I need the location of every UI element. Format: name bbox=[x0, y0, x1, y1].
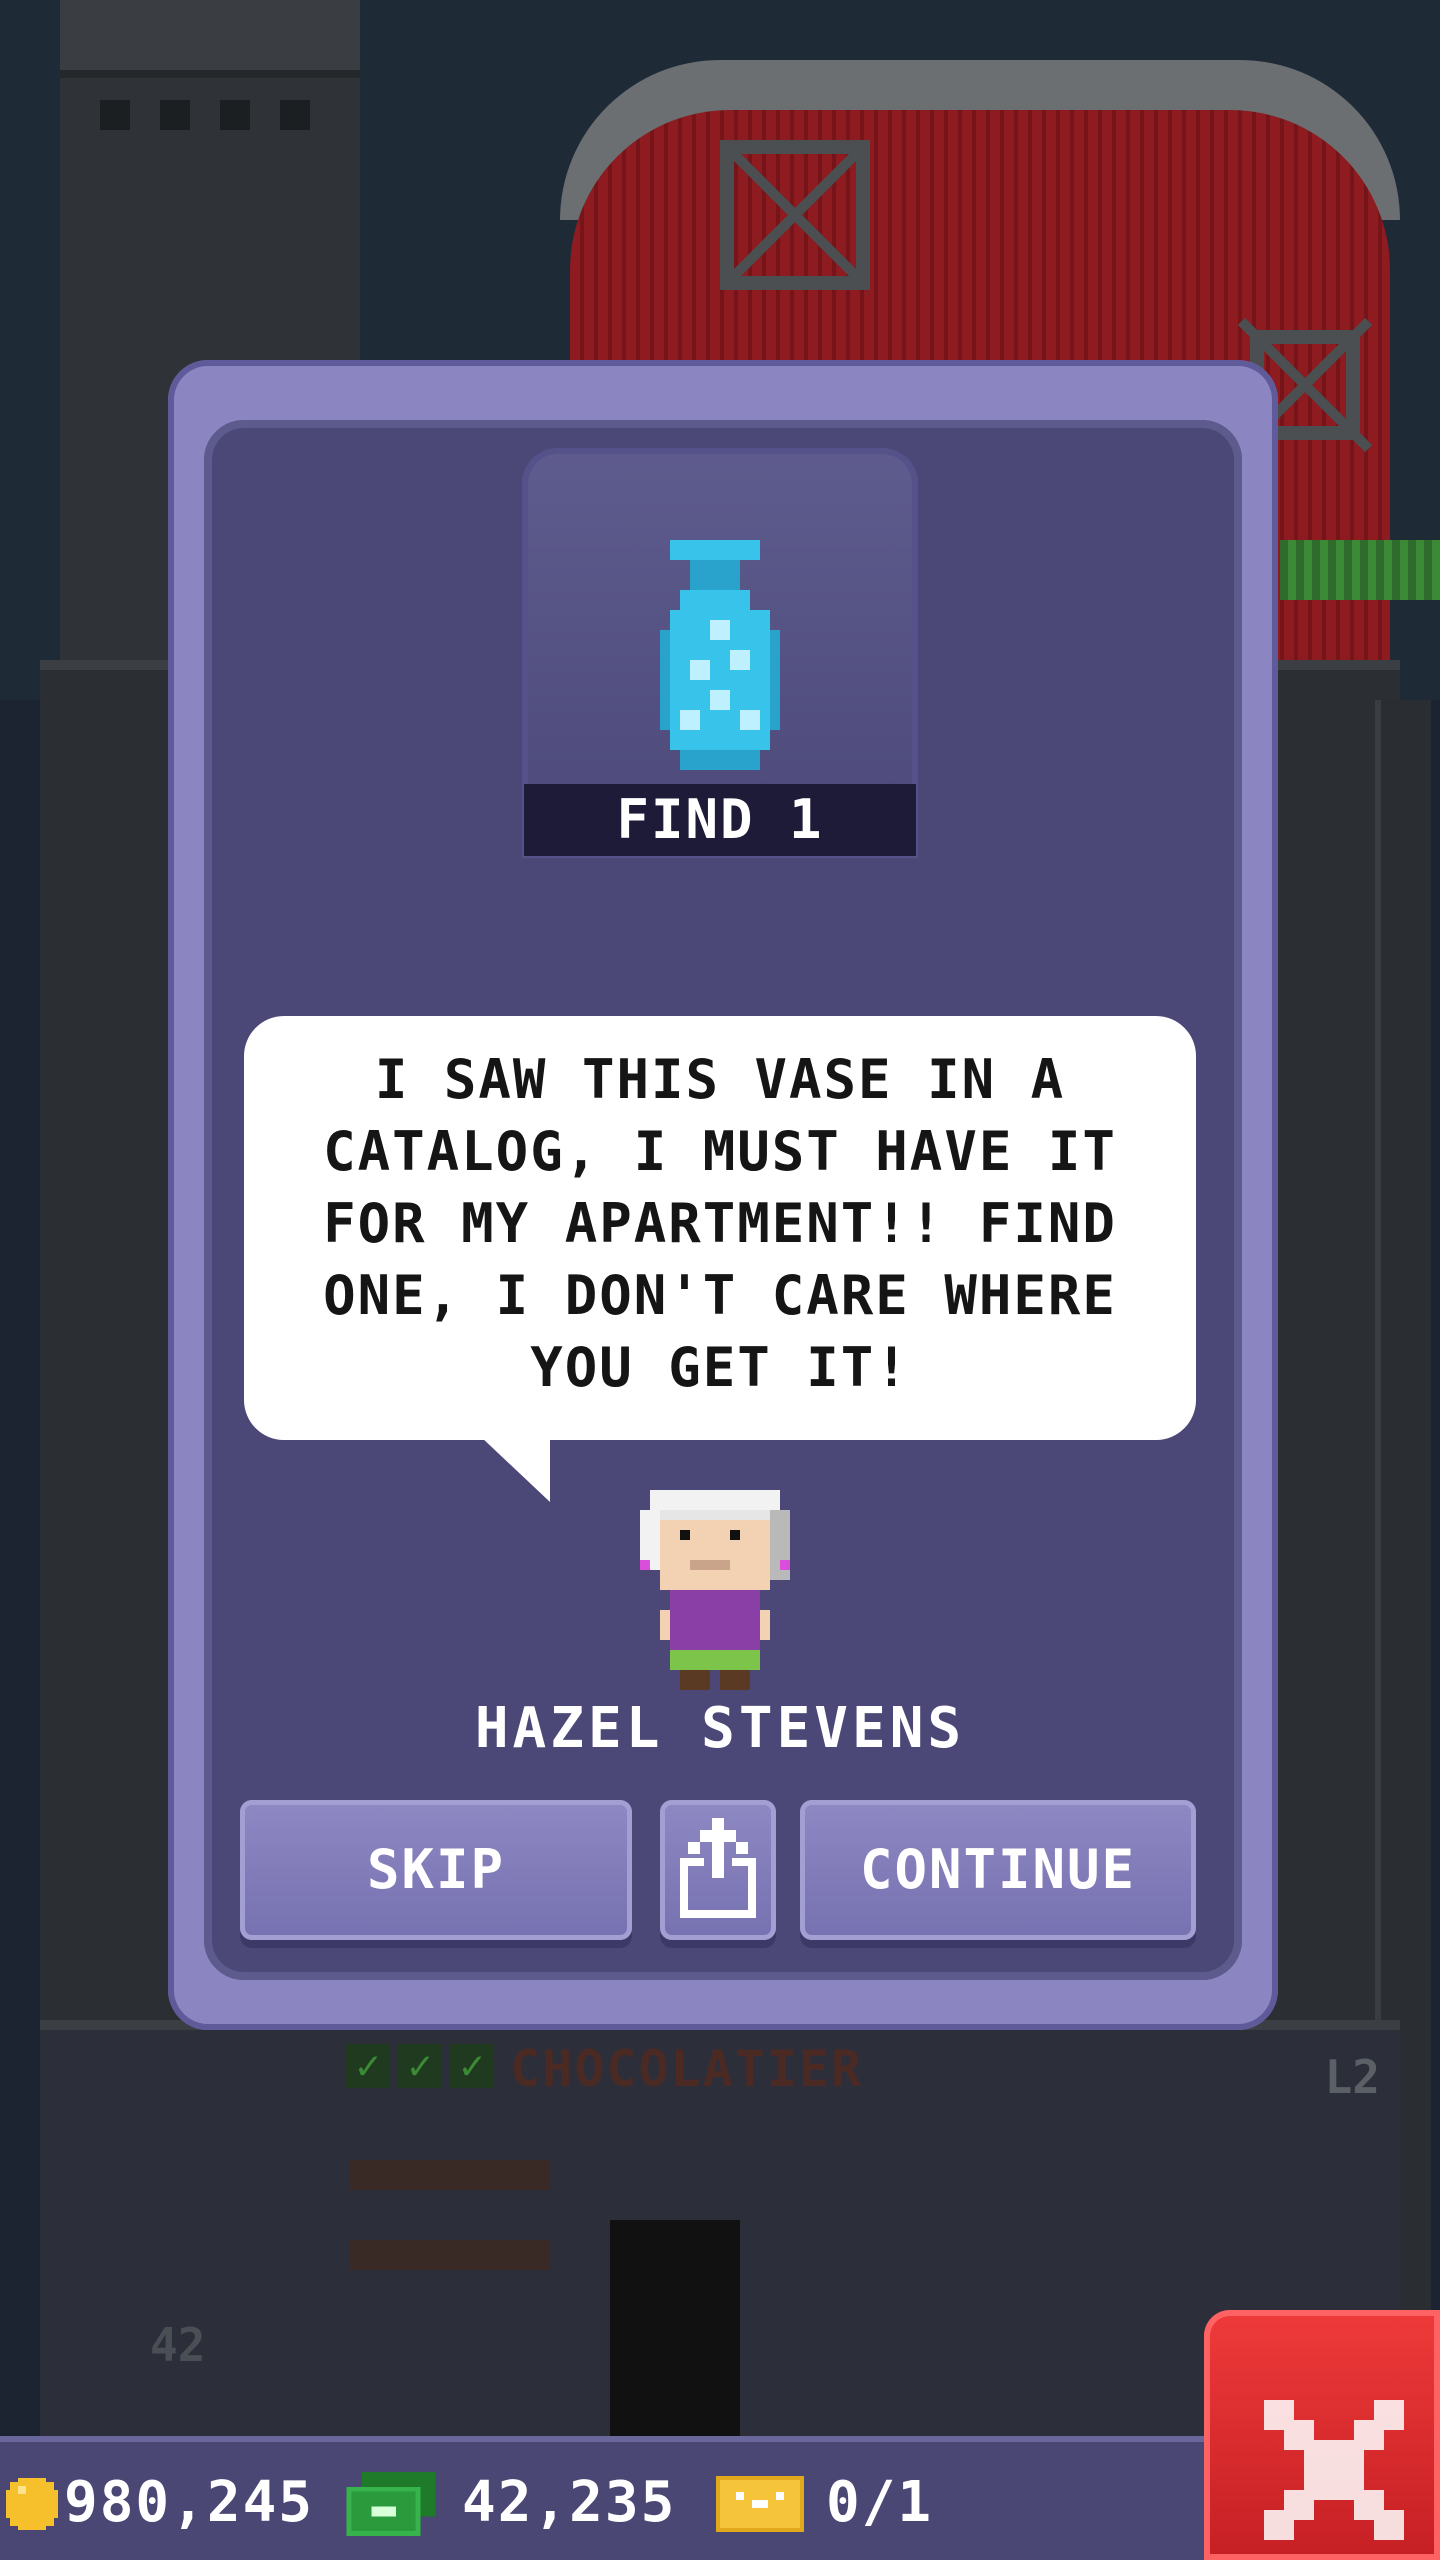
character-name: HAZEL STEVENS bbox=[474, 1696, 966, 1761]
find-count-label: FIND 1 bbox=[524, 784, 916, 856]
coin-count: 980,245 bbox=[64, 2470, 315, 2535]
share-icon bbox=[680, 1818, 756, 1918]
bux-count: 42,235 bbox=[462, 2470, 677, 2535]
floor-level: L2 bbox=[1324, 2050, 1380, 2104]
floor-stars: ✓ ✓ ✓ bbox=[346, 2044, 494, 2088]
close-icon bbox=[1264, 2400, 1404, 2540]
floor-number: 42 bbox=[150, 2318, 206, 2372]
skip-button[interactable]: SKIP bbox=[240, 1800, 632, 1940]
barn-door bbox=[720, 140, 870, 290]
character-avatar bbox=[640, 1490, 790, 1690]
game-screen: ✓ ✓ ✓ CHOCOLATIER L2 42 FIND 1 I SAW THIS … bbox=[0, 0, 1440, 2560]
speech-bubble-tail bbox=[480, 1436, 550, 1502]
shop-doorway bbox=[610, 2220, 740, 2436]
floor-name: CHOCOLATIER bbox=[510, 2040, 864, 2098]
share-button[interactable] bbox=[660, 1800, 776, 1940]
continue-button[interactable]: CONTINUE bbox=[800, 1800, 1196, 1940]
ticket-count: 0/1 bbox=[826, 2470, 934, 2535]
vase-icon bbox=[660, 540, 780, 770]
ticket-icon bbox=[716, 2476, 804, 2532]
background-grass bbox=[1280, 540, 1440, 600]
bux-icon bbox=[346, 2472, 436, 2536]
speech-bubble-text: I SAW THIS VASE IN A CATALOG, I MUST HAV… bbox=[323, 1048, 1117, 1399]
shelf bbox=[350, 2160, 550, 2190]
close-button[interactable] bbox=[1204, 2310, 1440, 2560]
shelf bbox=[350, 2240, 550, 2270]
coin-icon bbox=[6, 2478, 58, 2530]
